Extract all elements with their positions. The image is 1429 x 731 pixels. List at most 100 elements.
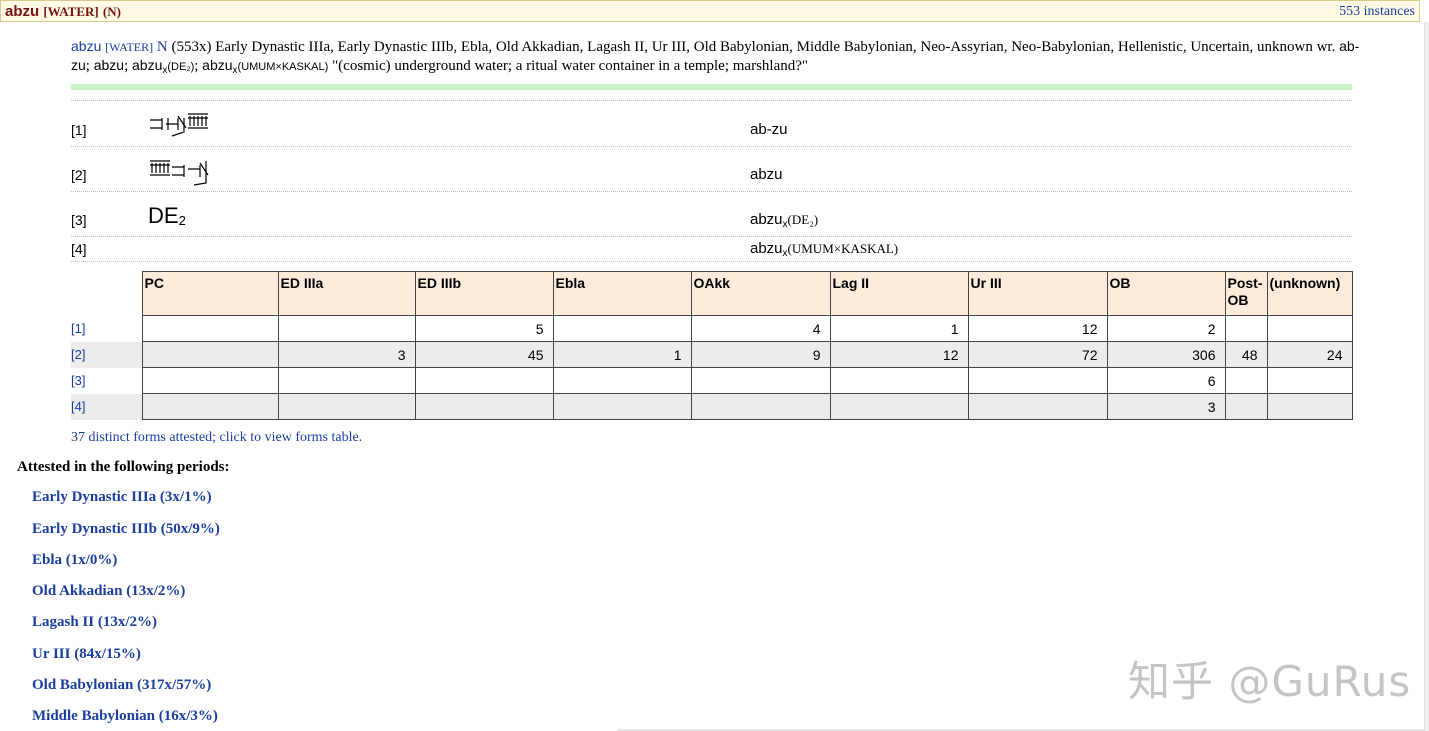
- period-link[interactable]: Ur III (84x/15%): [32, 646, 141, 663]
- table-cell: 306: [1106, 341, 1226, 368]
- table-cell: [414, 393, 554, 420]
- green-divider: [71, 84, 1352, 90]
- table-header-row: PC ED IIIa ED IIIb Ebla OAkk Lag II Ur I…: [71, 271, 1353, 316]
- table-cell: [690, 367, 831, 394]
- table-cell: [552, 315, 692, 342]
- table-cell: [1224, 315, 1268, 342]
- table-cell: 5: [414, 315, 554, 342]
- form-number: [4]: [71, 241, 87, 257]
- period-distribution-table: PC ED IIIa ED IIIb Ebla OAkk Lag II Ur I…: [71, 271, 1353, 420]
- table-cell: [552, 393, 692, 420]
- summary-pos: N: [156, 39, 168, 55]
- table-cell: 72: [967, 341, 1108, 368]
- form-transliteration: abzux(UMUM×KASKAL): [750, 240, 899, 259]
- table-cell: [414, 367, 554, 394]
- watermark: 知乎 @GuRus: [1128, 657, 1412, 706]
- column-header: Ur III: [967, 271, 1108, 316]
- summary-form-4: abzux(UMUM×KASKAL): [202, 57, 329, 76]
- column-header: PC: [141, 271, 279, 316]
- cuneiform-sign: [148, 112, 218, 143]
- period-link[interactable]: Early Dynastic IIIb (50x/9%): [32, 521, 220, 538]
- cuneiform-sign: [148, 157, 218, 192]
- divider: [71, 261, 1352, 262]
- table-cell: 12: [829, 341, 969, 368]
- summary-form-3: abzux(DE₂): [132, 57, 195, 76]
- period-link[interactable]: Early Dynastic IIIa (3x/1%): [32, 489, 212, 506]
- table-row: [4] 3: [71, 393, 1353, 420]
- table-cell: 9: [690, 341, 831, 368]
- column-header: Lag II: [829, 271, 969, 316]
- summary-form-2: abzu: [93, 57, 125, 73]
- table-cell: [277, 367, 416, 394]
- table-row: [3] 6: [71, 367, 1353, 394]
- table-row: [2] 3 45 1 9 12 72 306 48 24: [71, 341, 1353, 368]
- table-row: [1] 5 4 1 12 2: [71, 315, 1353, 342]
- table-cell: [141, 315, 279, 342]
- column-header: ED IIIa: [277, 271, 416, 316]
- form-number: [1]: [71, 122, 87, 138]
- table-cell: 3: [1106, 393, 1226, 420]
- divider: [71, 236, 1352, 237]
- citation-form[interactable]: abzu: [71, 38, 101, 54]
- table-cell: 12: [967, 315, 1108, 342]
- column-header: (unknown): [1266, 271, 1353, 316]
- table-corner: [71, 271, 142, 316]
- period-link[interactable]: Lagash II (13x/2%): [32, 614, 157, 631]
- table-cell: [829, 393, 969, 420]
- vertical-scrollbar[interactable]: [1424, 22, 1429, 731]
- summary-guideword: [WATER]: [105, 40, 154, 54]
- row-label-link[interactable]: [3]: [71, 368, 142, 394]
- period-link[interactable]: Old Babylonian (317x/57%): [32, 677, 211, 694]
- period-link[interactable]: Ebla (1x/0%): [32, 552, 117, 569]
- forms-table-link[interactable]: 37 distinct forms attested; click to vie…: [71, 430, 362, 446]
- form-transliteration: abzu: [750, 166, 783, 183]
- table-cell: 2: [1106, 315, 1226, 342]
- entry-title[interactable]: abzu [WATER] (N): [5, 3, 121, 20]
- table-cell: 4: [690, 315, 831, 342]
- summary-periods: (553x) Early Dynastic IIIa, Early Dynast…: [171, 39, 1336, 55]
- table-cell: 6: [1106, 367, 1226, 394]
- form-row-1: [1] ab-zu: [71, 112, 1352, 146]
- column-header: OAkk: [690, 271, 831, 316]
- form-row-4: [4] abzux(UMUM×KASKAL): [71, 238, 1352, 262]
- table-cell: [967, 367, 1108, 394]
- table-cell: 24: [1266, 341, 1353, 368]
- table-cell: [690, 393, 831, 420]
- form-row-2: [2] abzu: [71, 157, 1352, 191]
- form-row-3: [3] DE2 abzux(DE₂): [71, 202, 1352, 236]
- table-cell: 1: [552, 341, 692, 368]
- table-cell: [141, 393, 279, 420]
- table-cell: 1: [829, 315, 969, 342]
- column-header: ED IIIb: [414, 271, 554, 316]
- divider: [71, 191, 1352, 192]
- sign-name: DE2: [148, 203, 186, 228]
- form-transliteration: abzux(DE₂): [750, 211, 819, 230]
- entry-summary: abzu [WATER] N (553x) Early Dynastic III…: [71, 38, 1360, 76]
- form-transliteration: ab-zu: [750, 121, 788, 138]
- entry-header: abzu [WATER] (N) 553 instances: [0, 0, 1420, 22]
- form-number: [2]: [71, 167, 87, 183]
- table-cell: [1266, 367, 1353, 394]
- row-label-link[interactable]: [4]: [71, 393, 142, 420]
- table-cell: [141, 341, 279, 368]
- column-header: Ebla: [552, 271, 692, 316]
- definition: "(cosmic) underground water; a ritual wa…: [332, 58, 809, 74]
- period-link[interactable]: Middle Babylonian (16x/3%): [32, 708, 218, 725]
- part-of-speech: (N): [102, 4, 121, 19]
- table-cell: 3: [277, 341, 416, 368]
- instances-link[interactable]: 553 instances: [1339, 4, 1415, 20]
- table-cell: [1266, 315, 1353, 342]
- table-cell: [829, 367, 969, 394]
- headword: abzu: [5, 3, 40, 20]
- table-cell: [277, 393, 416, 420]
- table-cell: 48: [1224, 341, 1268, 368]
- period-link[interactable]: Old Akkadian (13x/2%): [32, 583, 185, 600]
- row-label-link[interactable]: [2]: [71, 341, 142, 368]
- divider: [71, 146, 1352, 147]
- table-cell: [277, 315, 416, 342]
- table-cell: [1266, 393, 1353, 420]
- guideword: [WATER]: [43, 4, 99, 19]
- table-cell: 45: [414, 341, 554, 368]
- table-cell: [1224, 367, 1268, 394]
- row-label-link[interactable]: [1]: [71, 316, 142, 342]
